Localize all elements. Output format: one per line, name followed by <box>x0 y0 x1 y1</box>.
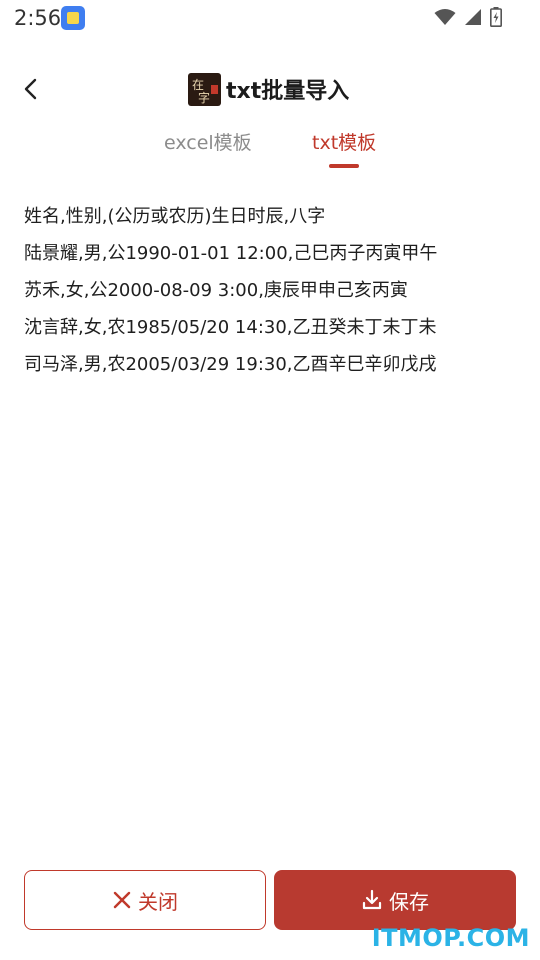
save-button-label: 保存 <box>389 889 429 914</box>
close-button-label: 关闭 <box>138 889 178 914</box>
active-tab-indicator <box>329 164 359 168</box>
header: 在字 txt批量导入 <box>0 60 540 118</box>
watermark: ITMOP.COM <box>371 924 530 952</box>
tab-excel-template[interactable]: excel模板 <box>164 128 252 155</box>
template-header-line: 姓名,性别,(公历或农历)生日时辰,八字 <box>24 206 326 227</box>
tab-txt-template[interactable]: txt模板 <box>312 128 376 155</box>
template-example-line: 司马泽,男,农2005/03/29 19:30,乙酉辛巳辛卯戊戌 <box>24 354 437 375</box>
status-bar: 2:56 <box>0 0 540 36</box>
chevron-left-icon <box>24 78 37 100</box>
screen: 2:56 在字 txt批量导入 excel模板 txt模板 姓名,性别,(公历或… <box>0 0 540 960</box>
page-title: txt批量导入 <box>226 79 350 104</box>
save-button[interactable]: 保存 <box>274 870 516 930</box>
template-example-line: 沈言辞,女,农1985/05/20 14:30,乙丑癸未丁未丁未 <box>24 317 437 338</box>
title-wrap: 在字 txt批量导入 <box>188 72 349 106</box>
close-button[interactable]: 关闭 <box>24 870 266 930</box>
status-icons <box>434 7 502 27</box>
app-notification-icon <box>61 6 85 30</box>
status-time: 2:56 <box>14 6 62 30</box>
footer-actions: 关闭 保存 <box>24 870 516 930</box>
back-button[interactable] <box>14 72 48 106</box>
signal-icon <box>465 9 481 25</box>
download-icon <box>362 889 382 910</box>
template-content: 姓名,性别,(公历或农历)生日时辰,八字 陆景耀,男,公1990-01-01 1… <box>24 198 520 383</box>
battery-icon <box>490 7 502 27</box>
template-example-line: 苏禾,女,公2000-08-09 3:00,庚辰甲申己亥丙寅 <box>24 280 408 301</box>
app-logo-icon: 在字 <box>188 72 221 106</box>
wifi-icon <box>434 9 456 25</box>
tab-bar: excel模板 txt模板 <box>0 124 540 174</box>
close-icon <box>113 891 131 909</box>
template-example-line: 陆景耀,男,公1990-01-01 12:00,己巳丙子丙寅甲午 <box>24 243 438 264</box>
